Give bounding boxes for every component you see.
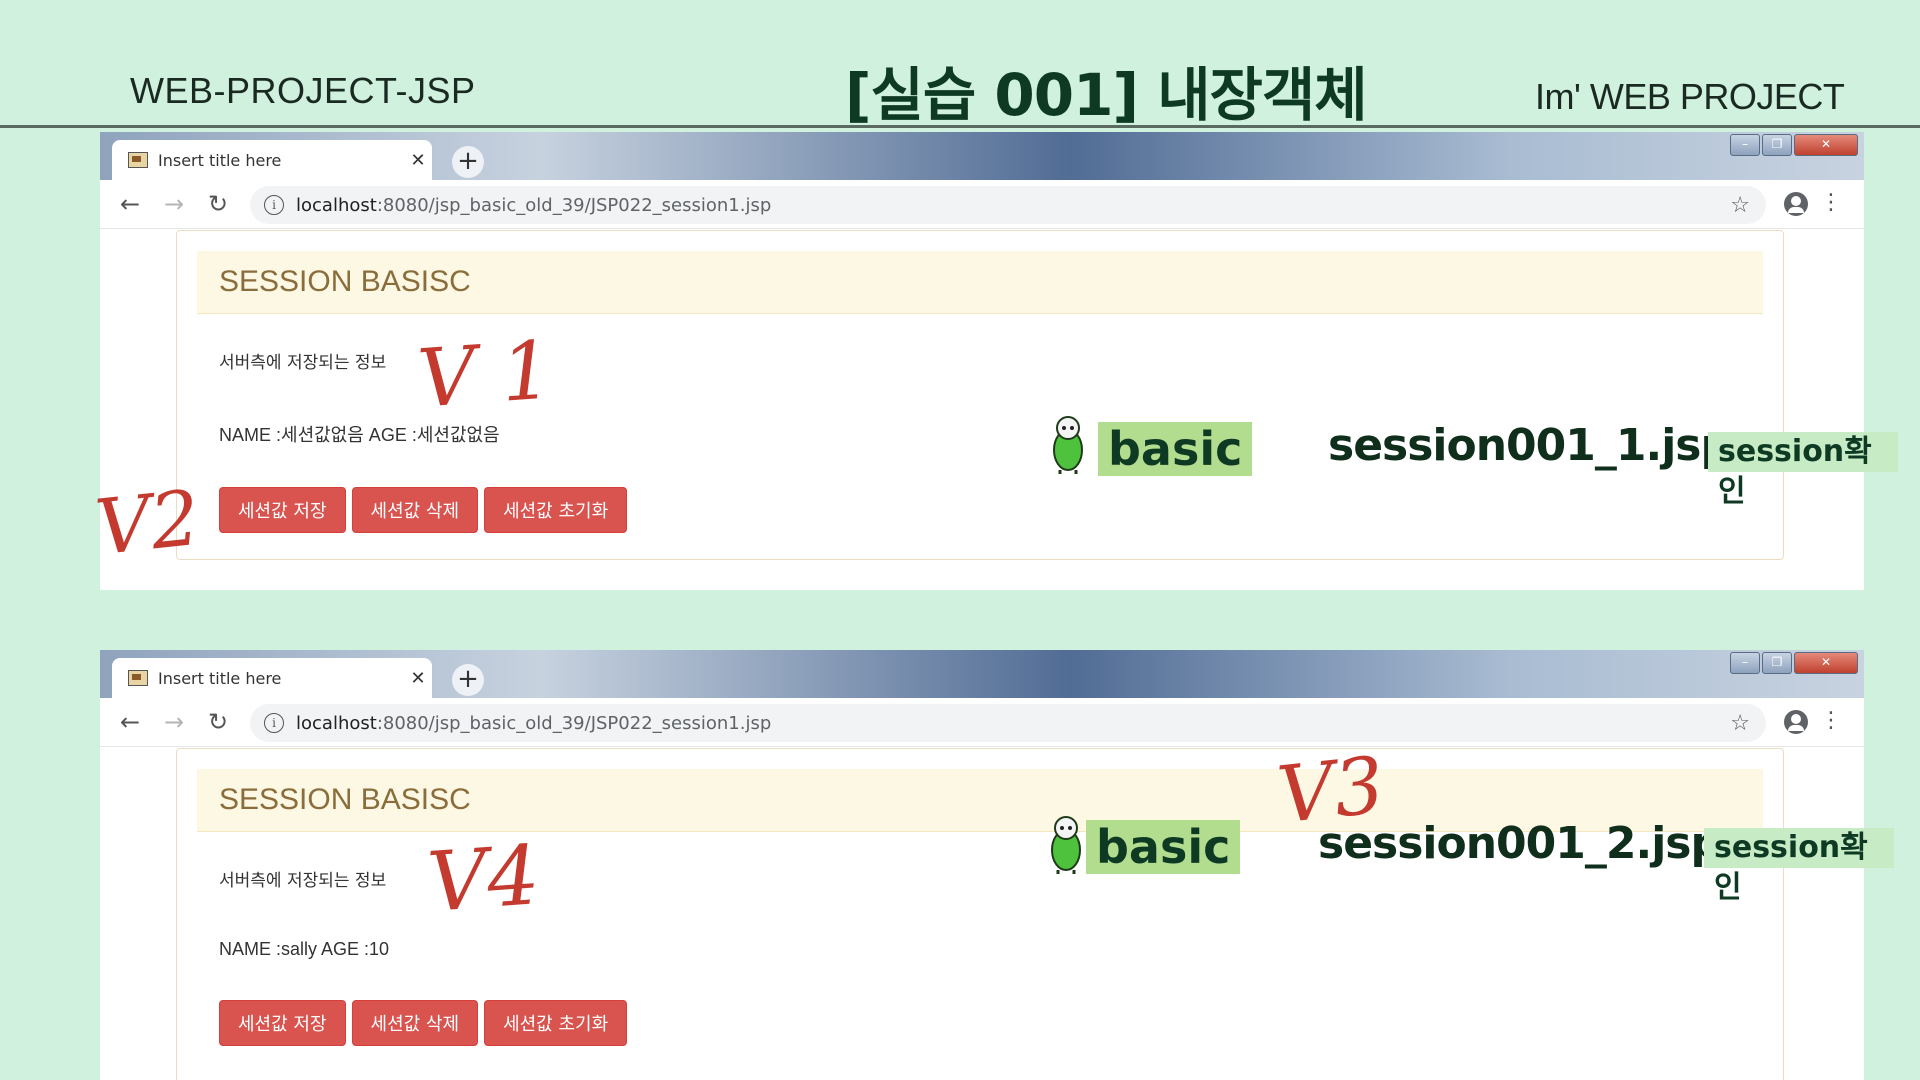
- account-icon[interactable]: [1784, 710, 1808, 734]
- more-menu-icon[interactable]: ⋮: [1820, 190, 1842, 215]
- window-controls: – ❐ ✕: [1730, 134, 1858, 156]
- url-text: localhost:8080/jsp_basic_old_39/JSP022_s…: [296, 194, 772, 216]
- back-icon[interactable]: ←: [108, 708, 152, 736]
- new-tab-button[interactable]: +: [452, 146, 484, 178]
- session-values: NAME :sally AGE :10: [219, 939, 390, 959]
- url-text: localhost:8080/jsp_basic_old_39/JSP022_s…: [296, 712, 772, 734]
- close-window-button[interactable]: ✕: [1794, 652, 1858, 674]
- tab-title: Insert title here: [158, 150, 282, 170]
- session-check-label: session확인: [1708, 432, 1898, 509]
- address-bar[interactable]: i localhost:8080/jsp_basic_old_39/JSP022…: [250, 186, 1766, 224]
- header-divider: [0, 125, 1920, 128]
- session-panel: SESSION BASISC 서버측에 저장되는 정보 NAME :세션값없음 …: [176, 230, 1784, 560]
- reset-session-button[interactable]: 세션값 초기화: [484, 487, 628, 533]
- delete-session-button[interactable]: 세션값 삭제: [351, 1000, 479, 1046]
- button-group: 세션값 저장 세션값 삭제 세션값 초기화: [219, 1000, 1783, 1046]
- site-info-icon[interactable]: i: [264, 195, 284, 215]
- browser-window-1: Insert title here ✕ + – ❐ ✕ ← → ↻ i loca…: [100, 132, 1864, 590]
- site-info-icon[interactable]: i: [264, 713, 284, 733]
- mark-v1: V 1: [414, 323, 556, 426]
- browser-tab[interactable]: Insert title here ✕: [112, 658, 432, 698]
- window-controls: – ❐ ✕: [1730, 652, 1858, 674]
- browser-tab[interactable]: Insert title here ✕: [112, 140, 432, 180]
- more-menu-icon[interactable]: ⋮: [1820, 708, 1842, 733]
- mark-v3: V3: [1273, 740, 1389, 842]
- tab-title: Insert title here: [158, 668, 282, 688]
- restore-button[interactable]: ❐: [1762, 652, 1792, 674]
- session-check-label: session확인: [1704, 828, 1894, 905]
- mascot-icon: [1053, 416, 1083, 474]
- basic-label: basic: [1086, 820, 1241, 874]
- minimize-button[interactable]: –: [1730, 652, 1760, 674]
- reset-session-button[interactable]: 세션값 초기화: [484, 1000, 628, 1046]
- new-tab-button[interactable]: +: [452, 664, 484, 696]
- restore-button[interactable]: ❐: [1762, 134, 1792, 156]
- account-icon[interactable]: [1784, 192, 1808, 216]
- browser-toolbar: ← → ↻ i localhost:8080/jsp_basic_old_39/…: [100, 180, 1864, 229]
- tab-strip: Insert title here ✕ + – ❐ ✕: [100, 132, 1864, 180]
- close-tab-icon[interactable]: ✕: [404, 668, 432, 689]
- slide-center-title: [실습 001] 내장객체: [845, 61, 1368, 129]
- forward-icon[interactable]: →: [152, 190, 196, 218]
- mark-v2: V2: [91, 472, 204, 573]
- panel-heading: SESSION BASISC: [197, 251, 1763, 314]
- back-icon[interactable]: ←: [108, 190, 152, 218]
- address-bar[interactable]: i localhost:8080/jsp_basic_old_39/JSP022…: [250, 704, 1766, 742]
- reload-icon[interactable]: ↻: [196, 190, 240, 218]
- slide-right-title: Im' WEB PROJECT: [1535, 76, 1845, 117]
- button-group: 세션값 저장 세션값 삭제 세션값 초기화: [219, 487, 1783, 533]
- save-session-button[interactable]: 세션값 저장: [219, 1000, 346, 1046]
- favicon-icon: [128, 152, 148, 168]
- mark-v4: V4: [424, 828, 543, 931]
- delete-session-button[interactable]: 세션값 삭제: [351, 487, 479, 533]
- tab-strip: Insert title here ✕ + – ❐ ✕: [100, 650, 1864, 698]
- bookmark-star-icon[interactable]: ☆: [1730, 193, 1750, 218]
- browser-toolbar: ← → ↻ i localhost:8080/jsp_basic_old_39/…: [100, 698, 1864, 747]
- basic-label: basic: [1098, 422, 1253, 476]
- forward-icon[interactable]: →: [152, 708, 196, 736]
- slide-left-title: WEB-PROJECT-JSP: [130, 70, 476, 111]
- file-name-label: session001_1.jsp: [1328, 420, 1732, 471]
- close-tab-icon[interactable]: ✕: [404, 150, 432, 171]
- session-panel: SESSION BASISC 서버측에 저장되는 정보 NAME :sally …: [176, 748, 1784, 1080]
- save-session-button[interactable]: 세션값 저장: [219, 487, 346, 533]
- close-window-button[interactable]: ✕: [1794, 134, 1858, 156]
- favicon-icon: [128, 670, 148, 686]
- reload-icon[interactable]: ↻: [196, 708, 240, 736]
- bookmark-star-icon[interactable]: ☆: [1730, 711, 1750, 736]
- minimize-button[interactable]: –: [1730, 134, 1760, 156]
